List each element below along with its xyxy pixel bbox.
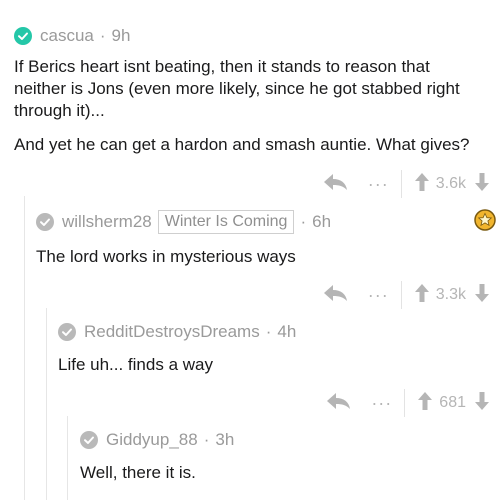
username[interactable]: Giddyup_88 bbox=[106, 430, 198, 450]
username[interactable]: willsherm28 bbox=[62, 212, 152, 232]
upvote-arrow-icon[interactable] bbox=[414, 283, 430, 308]
user-flair: Winter Is Coming bbox=[157, 210, 295, 234]
comment-paragraph: And yet he can get a hardon and smash au… bbox=[14, 135, 470, 154]
score: 681 bbox=[439, 394, 466, 411]
comment-meta: Giddyup_88 · 3h bbox=[80, 428, 504, 452]
score: 3.6k bbox=[435, 175, 466, 192]
comment-meta: cascua · 9h bbox=[14, 24, 504, 48]
downvote-arrow-icon[interactable] bbox=[474, 172, 490, 197]
comment-meta: RedditDestroysDreams · 4h bbox=[58, 320, 504, 344]
meta-separator: · bbox=[300, 212, 307, 231]
comment-paragraph: Well, there it is. bbox=[80, 463, 196, 482]
meta-separator: · bbox=[99, 26, 106, 45]
reply-arrow-icon[interactable] bbox=[325, 391, 351, 416]
more-dots-icon[interactable]: ··· bbox=[371, 394, 392, 412]
divider bbox=[400, 281, 402, 309]
timestamp: 3h bbox=[215, 430, 235, 449]
comment-actions: ··· 681 bbox=[325, 389, 490, 417]
reply-arrow-icon[interactable] bbox=[322, 172, 348, 197]
more-dots-icon[interactable]: ··· bbox=[368, 175, 389, 193]
username[interactable]: cascua bbox=[40, 26, 94, 46]
comment-body: Well, there it is. bbox=[80, 462, 504, 484]
check-icon bbox=[58, 323, 76, 341]
comment-body: Life uh... finds a way bbox=[58, 354, 504, 376]
comment-redditdestroysdreams: RedditDestroysDreams · 4h Life uh... fin… bbox=[58, 320, 504, 376]
downvote-arrow-icon[interactable] bbox=[474, 283, 490, 308]
meta-separator: · bbox=[265, 322, 272, 341]
check-icon bbox=[36, 213, 54, 231]
comment-paragraph: If Berics heart isnt beating, then it st… bbox=[14, 57, 460, 120]
more-dots-icon[interactable]: ··· bbox=[368, 286, 389, 304]
comment-body: The lord works in mysterious ways bbox=[36, 246, 504, 268]
score: 3.3k bbox=[435, 286, 466, 303]
comment-cascua: cascua · 9h If Berics heart isnt beating… bbox=[14, 24, 504, 156]
comment-actions: ··· 3.6k bbox=[322, 170, 490, 198]
check-icon bbox=[80, 431, 98, 449]
thread-line-2 bbox=[46, 308, 47, 500]
timestamp: 6h bbox=[312, 212, 332, 231]
thread-line-1 bbox=[24, 196, 25, 500]
upvote-arrow-icon[interactable] bbox=[417, 391, 433, 416]
timestamp: 4h bbox=[277, 322, 297, 341]
check-icon bbox=[14, 27, 32, 45]
reply-arrow-icon[interactable] bbox=[322, 283, 348, 308]
timestamp: 9h bbox=[111, 26, 131, 45]
comment-paragraph: The lord works in mysterious ways bbox=[36, 247, 296, 266]
comment-meta: willsherm28 Winter Is Coming · 6h bbox=[36, 210, 504, 234]
upvote-arrow-icon[interactable] bbox=[414, 172, 430, 197]
comment-actions: ··· 3.3k bbox=[322, 281, 490, 309]
meta-separator: · bbox=[203, 430, 210, 449]
divider bbox=[400, 170, 402, 198]
downvote-arrow-icon[interactable] bbox=[474, 391, 490, 416]
comment-paragraph: Life uh... finds a way bbox=[58, 355, 213, 374]
gold-award-icon[interactable] bbox=[474, 209, 496, 231]
comment-willsherm28: willsherm28 Winter Is Coming · 6h The lo… bbox=[36, 210, 504, 268]
comment-giddyup-88: Giddyup_88 · 3h Well, there it is. bbox=[80, 428, 504, 484]
divider bbox=[404, 389, 406, 417]
comment-body: If Berics heart isnt beating, then it st… bbox=[14, 56, 484, 156]
username[interactable]: RedditDestroysDreams bbox=[84, 322, 260, 342]
thread-line-3 bbox=[67, 416, 68, 500]
